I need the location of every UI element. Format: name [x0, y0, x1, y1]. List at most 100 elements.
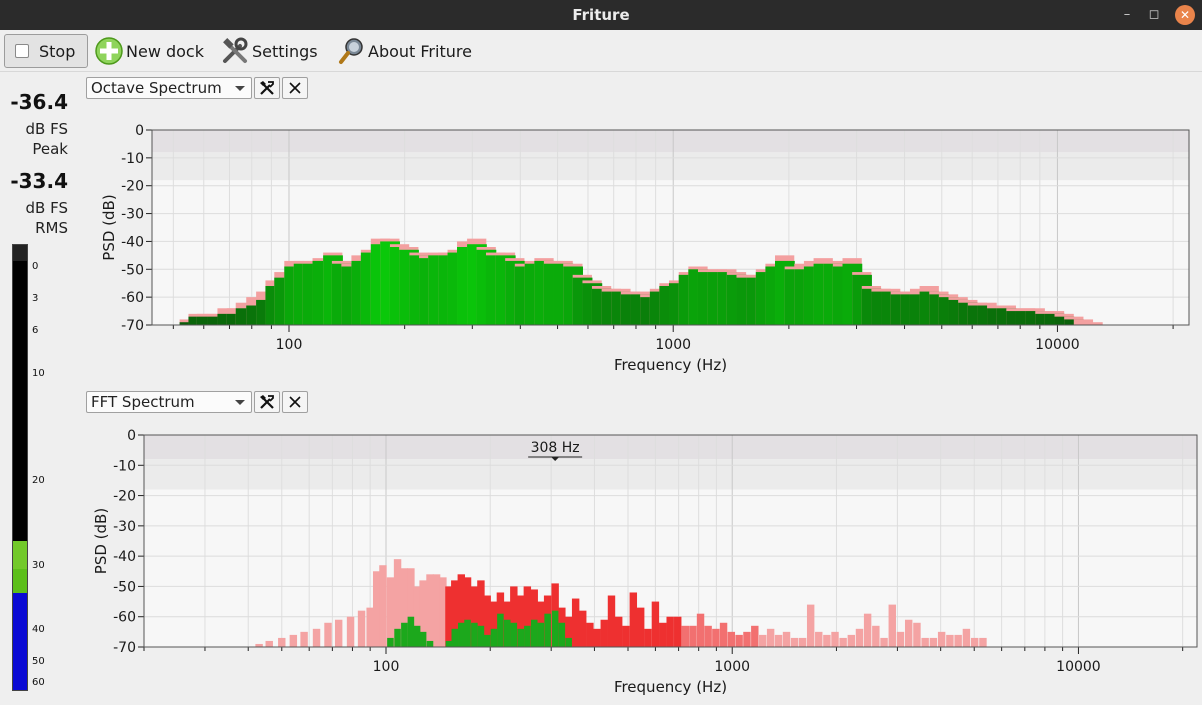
peak-hold-bar	[798, 637, 807, 647]
y-tick-label: -40	[121, 234, 144, 250]
x-tick-label: 10000	[1035, 337, 1080, 353]
chevron-down-icon	[235, 86, 245, 91]
meter-tick: 6	[32, 325, 39, 336]
spectrum-bar	[544, 613, 551, 647]
rms-unit: dB FS	[25, 199, 68, 217]
meter-scale: 0 3 6 10 20 30 40 50 60	[32, 244, 62, 691]
peak-hold-bar	[629, 592, 638, 647]
peak-hold-bar	[766, 628, 775, 647]
peak-hold-bar	[622, 625, 630, 647]
peak-hold-bar	[666, 616, 674, 647]
tools-icon	[260, 81, 274, 95]
stop-checkbox[interactable]	[15, 44, 29, 58]
peak-hold-bar	[863, 613, 872, 647]
y-tick-label: -10	[121, 151, 144, 167]
close-icon[interactable]: ✕	[1175, 5, 1195, 25]
spectrum-bar	[458, 622, 465, 647]
peak-hold-bar	[379, 565, 387, 647]
peak-hold-bar	[681, 625, 690, 647]
peak-bar	[13, 593, 27, 690]
peak-hold-bar	[300, 631, 308, 647]
peak-hold-bar	[593, 628, 601, 647]
spectrum-bar	[530, 619, 538, 647]
spectrum-bar	[558, 622, 566, 647]
about-label: About Friture	[368, 41, 472, 61]
headroom-band	[152, 130, 1189, 153]
y-tick-label: -60	[113, 610, 136, 626]
spectrum-bar	[483, 634, 491, 647]
peak-hold-bar	[937, 631, 946, 647]
spectrum-bar	[451, 628, 459, 647]
peak-hold-bar	[790, 637, 799, 647]
x-tick-label: 1000	[655, 337, 691, 353]
meter-tick: 50	[32, 656, 45, 667]
peak-hold-bar	[815, 631, 823, 647]
spectrum-bar	[537, 622, 545, 647]
widget-select[interactable]: FFT Spectrum	[86, 391, 252, 413]
dock-settings-button[interactable]	[254, 77, 280, 99]
peak-value: -36.4	[10, 90, 68, 114]
level-meter	[12, 244, 28, 691]
peak-hold-bar	[913, 622, 921, 647]
peak-hold-bar	[357, 610, 366, 647]
peak-hold-bar	[334, 619, 343, 647]
peak-hold-bar	[278, 637, 286, 647]
settings-button[interactable]: Settings	[220, 34, 318, 68]
spectrum-bar	[387, 637, 394, 647]
window-title: Friture	[572, 6, 630, 24]
spectrum-bar	[471, 622, 478, 647]
dock-close-button[interactable]	[282, 391, 308, 413]
maximize-icon[interactable]: ◻	[1144, 5, 1164, 25]
spectrum-bar	[503, 619, 511, 647]
peak-hold-bar	[719, 622, 728, 647]
peak-hold-bar	[839, 637, 847, 647]
widget-select[interactable]: Octave Spectrum	[86, 77, 252, 99]
y-axis-label: PSD (dB)	[92, 508, 110, 574]
octave-dock: Octave Spectrum 0 -10 -20 -30 -40 -50 -60 -70 10…	[80, 72, 1202, 382]
close-icon	[289, 396, 301, 408]
x-tick-label: 100	[373, 659, 400, 675]
peak-hold-bar	[386, 577, 395, 647]
spectrum-bar	[524, 625, 531, 647]
microphone-icon	[339, 38, 363, 64]
peak-hold-bar	[659, 622, 667, 647]
levels-panel: -36.4 dB FS Peak -33.4 dB FS RMS 0 3 6 1…	[0, 72, 78, 705]
spectrum-bar	[407, 616, 415, 647]
settings-label: Settings	[252, 41, 318, 61]
rms-value: -33.4	[10, 169, 68, 193]
stop-button[interactable]: Stop	[4, 34, 88, 68]
spectrum-bar	[394, 628, 401, 647]
peak-hold-bar	[674, 616, 682, 647]
title-bar: Friture – ◻ ✕	[0, 0, 1202, 30]
x-tick-label: 100	[276, 337, 303, 353]
meter-tick: 20	[32, 475, 45, 486]
x-tick-label: 1000	[714, 659, 750, 675]
peak-hold-bar	[696, 613, 705, 647]
dock-settings-button[interactable]	[254, 391, 280, 413]
peak-hold-bar	[806, 604, 815, 647]
y-tick-label: -30	[121, 207, 144, 223]
fft-spectrum-plot: 0 -10 -20 -30 -40 -50 -60 -70 100 1000 10000 Freque…	[92, 428, 1198, 696]
peak-hold-bar	[847, 634, 856, 647]
y-tick-label: -30	[113, 519, 136, 535]
dock-close-button[interactable]	[282, 77, 308, 99]
about-button[interactable]: About Friture	[336, 34, 472, 68]
peak-hold-bar	[426, 574, 434, 647]
spectrum-bar	[551, 610, 559, 647]
new-dock-button[interactable]: New dock	[94, 34, 204, 68]
widget-select-value: FFT Spectrum	[91, 393, 195, 411]
meter-tick: 30	[32, 560, 45, 571]
peak-hold-bar	[571, 598, 580, 647]
rms-label: RMS	[35, 219, 68, 237]
spectrum-bar	[490, 628, 498, 647]
peak-hold-bar	[324, 622, 332, 647]
peak-hold-bar	[265, 640, 273, 647]
meter-tick: 0	[32, 261, 39, 272]
peak-hold-bar	[823, 634, 831, 647]
x-axis-label: Frequency (Hz)	[614, 678, 727, 696]
x-tick-label: 10000	[1056, 659, 1101, 675]
minimize-icon[interactable]: –	[1117, 5, 1137, 25]
x-axis-label: Frequency (Hz)	[614, 356, 727, 374]
peak-hold-bar	[782, 631, 791, 647]
peak-hold-bar	[855, 628, 864, 647]
